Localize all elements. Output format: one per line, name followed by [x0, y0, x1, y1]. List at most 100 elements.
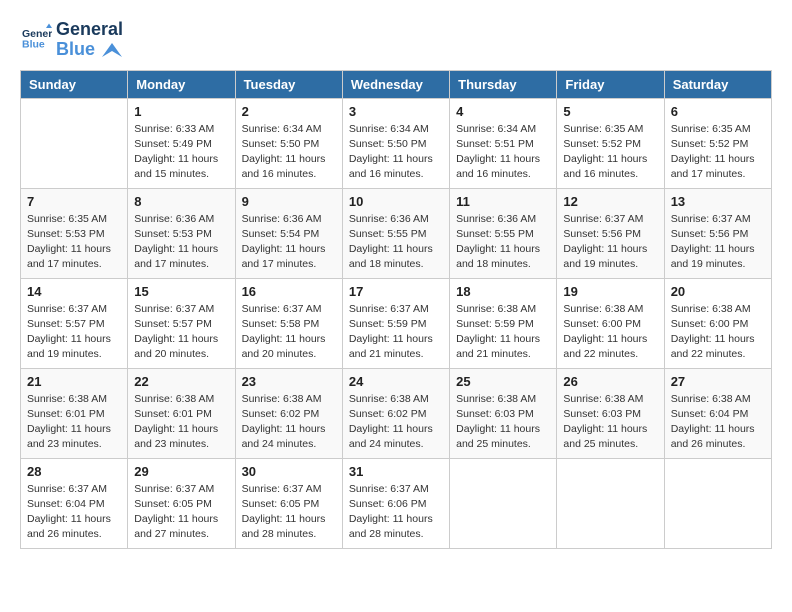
day-number: 13	[671, 194, 765, 209]
calendar-cell	[450, 458, 557, 548]
day-number: 4	[456, 104, 550, 119]
calendar-cell	[664, 458, 771, 548]
day-info: Sunrise: 6:36 AM Sunset: 5:53 PM Dayligh…	[134, 212, 228, 273]
day-number: 7	[27, 194, 121, 209]
day-info: Sunrise: 6:38 AM Sunset: 6:00 PM Dayligh…	[563, 302, 657, 363]
calendar-header: SundayMondayTuesdayWednesdayThursdayFrid…	[21, 70, 772, 98]
logo-bird-icon	[102, 43, 122, 57]
day-info: Sunrise: 6:38 AM Sunset: 6:01 PM Dayligh…	[27, 392, 121, 453]
day-info: Sunrise: 6:37 AM Sunset: 6:05 PM Dayligh…	[242, 482, 336, 543]
day-number: 23	[242, 374, 336, 389]
weekday-header: Friday	[557, 70, 664, 98]
calendar-cell: 15 Sunrise: 6:37 AM Sunset: 5:57 PM Dayli…	[128, 278, 235, 368]
calendar-cell: 31Sunrise: 6:37 AM Sunset: 6:06 PM Dayli…	[342, 458, 449, 548]
day-number: 15	[134, 284, 228, 299]
day-info: Sunrise: 6:37 AM Sunset: 5:56 PM Dayligh…	[563, 212, 657, 273]
day-number: 28	[27, 464, 121, 479]
calendar-cell: 12 Sunrise: 6:37 AM Sunset: 5:56 PM Dayli…	[557, 188, 664, 278]
weekday-header: Saturday	[664, 70, 771, 98]
calendar-cell: 4 Sunrise: 6:34 AM Sunset: 5:51 PM Daylig…	[450, 98, 557, 188]
calendar-cell: 3Sunrise: 6:34 AM Sunset: 5:50 PM Daylig…	[342, 98, 449, 188]
day-number: 29	[134, 464, 228, 479]
calendar-cell: 14 Sunrise: 6:37 AM Sunset: 5:57 PM Dayli…	[21, 278, 128, 368]
day-number: 18	[456, 284, 550, 299]
day-number: 5	[563, 104, 657, 119]
calendar-cell: 10 Sunrise: 6:36 AM Sunset: 5:55 PM Dayli…	[342, 188, 449, 278]
calendar-cell: 1 Sunrise: 6:33 AM Sunset: 5:49 PM Daylig…	[128, 98, 235, 188]
day-info: Sunrise: 6:34 AM Sunset: 5:50 PM Dayligh…	[349, 122, 443, 183]
calendar-cell: 21Sunrise: 6:38 AM Sunset: 6:01 PM Dayli…	[21, 368, 128, 458]
day-info: Sunrise: 6:37 AM Sunset: 5:57 PM Dayligh…	[134, 302, 228, 363]
logo-general: General	[56, 20, 123, 40]
weekday-header: Sunday	[21, 70, 128, 98]
day-number: 12	[563, 194, 657, 209]
day-info: Sunrise: 6:37 AM Sunset: 6:04 PM Dayligh…	[27, 482, 121, 543]
calendar-cell: 30 Sunrise: 6:37 AM Sunset: 6:05 PM Dayli…	[235, 458, 342, 548]
calendar-cell: 8 Sunrise: 6:36 AM Sunset: 5:53 PM Daylig…	[128, 188, 235, 278]
day-number: 24	[349, 374, 443, 389]
calendar-cell: 17 Sunrise: 6:37 AM Sunset: 5:59 PM Dayli…	[342, 278, 449, 368]
day-info: Sunrise: 6:36 AM Sunset: 5:55 PM Dayligh…	[349, 212, 443, 273]
day-number: 8	[134, 194, 228, 209]
calendar-cell: 18 Sunrise: 6:38 AM Sunset: 5:59 PM Dayli…	[450, 278, 557, 368]
page-header: General Blue General Blue	[20, 20, 772, 60]
day-number: 30	[242, 464, 336, 479]
day-info: Sunrise: 6:35 AM Sunset: 5:52 PM Dayligh…	[563, 122, 657, 183]
day-number: 10	[349, 194, 443, 209]
day-info: Sunrise: 6:34 AM Sunset: 5:51 PM Dayligh…	[456, 122, 550, 183]
day-number: 20	[671, 284, 765, 299]
calendar-cell: 27Sunrise: 6:38 AM Sunset: 6:04 PM Dayli…	[664, 368, 771, 458]
calendar-cell: 20Sunrise: 6:38 AM Sunset: 6:00 PM Dayli…	[664, 278, 771, 368]
calendar-cell: 2Sunrise: 6:34 AM Sunset: 5:50 PM Daylig…	[235, 98, 342, 188]
calendar-cell: 19 Sunrise: 6:38 AM Sunset: 6:00 PM Dayli…	[557, 278, 664, 368]
calendar-table: SundayMondayTuesdayWednesdayThursdayFrid…	[20, 70, 772, 549]
calendar-week-row: 21Sunrise: 6:38 AM Sunset: 6:01 PM Dayli…	[21, 368, 772, 458]
calendar-cell: 22 Sunrise: 6:38 AM Sunset: 6:01 PM Dayli…	[128, 368, 235, 458]
calendar-cell: 28 Sunrise: 6:37 AM Sunset: 6:04 PM Dayli…	[21, 458, 128, 548]
weekday-header: Wednesday	[342, 70, 449, 98]
day-info: Sunrise: 6:38 AM Sunset: 6:03 PM Dayligh…	[456, 392, 550, 453]
day-info: Sunrise: 6:38 AM Sunset: 6:01 PM Dayligh…	[134, 392, 228, 453]
day-number: 31	[349, 464, 443, 479]
calendar-cell: 29 Sunrise: 6:37 AM Sunset: 6:05 PM Dayli…	[128, 458, 235, 548]
day-number: 19	[563, 284, 657, 299]
day-info: Sunrise: 6:38 AM Sunset: 6:02 PM Dayligh…	[242, 392, 336, 453]
day-info: Sunrise: 6:38 AM Sunset: 5:59 PM Dayligh…	[456, 302, 550, 363]
day-number: 17	[349, 284, 443, 299]
calendar-cell: 25Sunrise: 6:38 AM Sunset: 6:03 PM Dayli…	[450, 368, 557, 458]
day-info: Sunrise: 6:37 AM Sunset: 5:56 PM Dayligh…	[671, 212, 765, 273]
day-info: Sunrise: 6:37 AM Sunset: 5:59 PM Dayligh…	[349, 302, 443, 363]
day-number: 26	[563, 374, 657, 389]
weekday-header: Monday	[128, 70, 235, 98]
calendar-cell: 13 Sunrise: 6:37 AM Sunset: 5:56 PM Dayli…	[664, 188, 771, 278]
day-info: Sunrise: 6:38 AM Sunset: 6:03 PM Dayligh…	[563, 392, 657, 453]
day-number: 6	[671, 104, 765, 119]
day-info: Sunrise: 6:35 AM Sunset: 5:52 PM Dayligh…	[671, 122, 765, 183]
calendar-week-row: 1 Sunrise: 6:33 AM Sunset: 5:49 PM Daylig…	[21, 98, 772, 188]
day-info: Sunrise: 6:38 AM Sunset: 6:04 PM Dayligh…	[671, 392, 765, 453]
calendar-week-row: 14 Sunrise: 6:37 AM Sunset: 5:57 PM Dayli…	[21, 278, 772, 368]
calendar-cell	[557, 458, 664, 548]
calendar-cell: 11Sunrise: 6:36 AM Sunset: 5:55 PM Dayli…	[450, 188, 557, 278]
day-info: Sunrise: 6:37 AM Sunset: 5:58 PM Dayligh…	[242, 302, 336, 363]
calendar-cell: 26 Sunrise: 6:38 AM Sunset: 6:03 PM Dayli…	[557, 368, 664, 458]
day-number: 16	[242, 284, 336, 299]
calendar-cell: 24Sunrise: 6:38 AM Sunset: 6:02 PM Dayli…	[342, 368, 449, 458]
logo: General Blue General Blue	[20, 20, 123, 60]
day-info: Sunrise: 6:33 AM Sunset: 5:49 PM Dayligh…	[134, 122, 228, 183]
weekday-header: Tuesday	[235, 70, 342, 98]
day-info: Sunrise: 6:37 AM Sunset: 5:57 PM Dayligh…	[27, 302, 121, 363]
day-info: Sunrise: 6:37 AM Sunset: 6:05 PM Dayligh…	[134, 482, 228, 543]
day-number: 14	[27, 284, 121, 299]
day-number: 22	[134, 374, 228, 389]
logo-blue: Blue	[56, 40, 123, 60]
day-number: 1	[134, 104, 228, 119]
svg-text:Blue: Blue	[22, 39, 45, 51]
logo-icon: General Blue	[22, 22, 52, 52]
calendar-cell: 5 Sunrise: 6:35 AM Sunset: 5:52 PM Daylig…	[557, 98, 664, 188]
calendar-cell: 16 Sunrise: 6:37 AM Sunset: 5:58 PM Dayli…	[235, 278, 342, 368]
day-info: Sunrise: 6:36 AM Sunset: 5:54 PM Dayligh…	[242, 212, 336, 273]
calendar-cell: 23 Sunrise: 6:38 AM Sunset: 6:02 PM Dayli…	[235, 368, 342, 458]
day-number: 9	[242, 194, 336, 209]
calendar-cell: 6 Sunrise: 6:35 AM Sunset: 5:52 PM Daylig…	[664, 98, 771, 188]
